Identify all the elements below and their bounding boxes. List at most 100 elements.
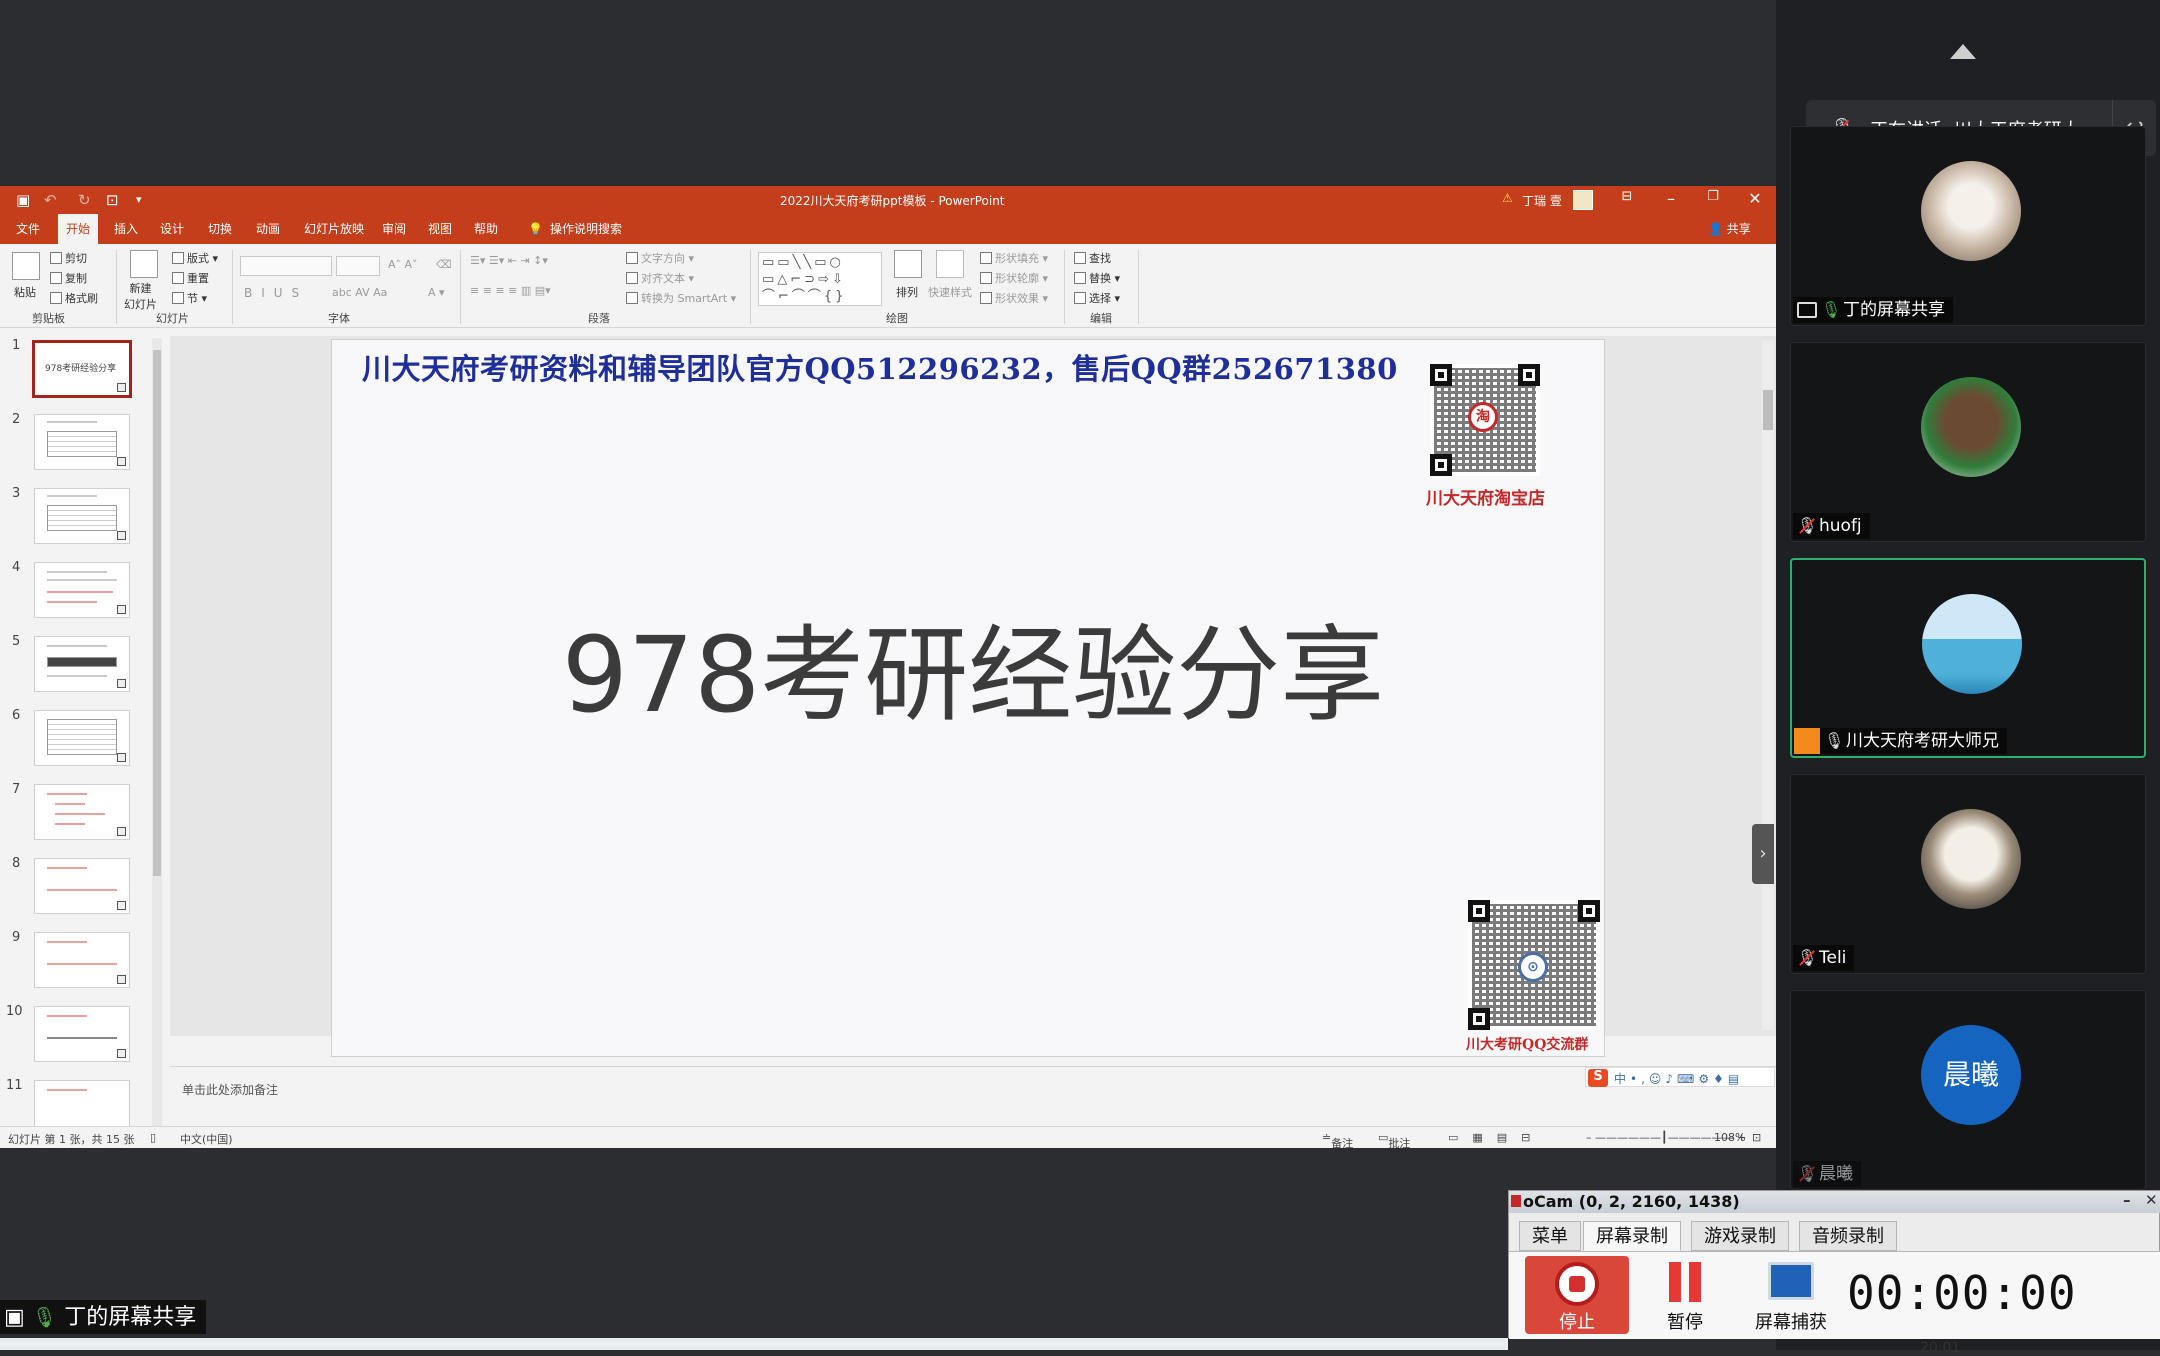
bullets-icon[interactable]: ☰▾ ☰▾ ⇤ ⇥ ↕▾ <box>470 254 548 267</box>
participant-tile[interactable]: 🎙huofj <box>1790 342 2146 542</box>
shapes-gallery[interactable]: ▭▭╲╲▭○ ▭△⌐⊃⇨⇩ ⌒⌐⌒⌒{} <box>758 252 882 306</box>
tell-me-search[interactable]: 操作说明搜索 <box>542 214 630 244</box>
tab-insert[interactable]: 插入 <box>106 214 146 244</box>
convert-smartart-button[interactable]: 转换为 SmartArt ▾ <box>626 290 736 306</box>
new-slide-icon[interactable] <box>130 250 158 278</box>
font-size-select[interactable] <box>336 256 380 276</box>
tab-help[interactable]: 帮助 <box>466 214 506 244</box>
section-button[interactable]: 节 ▾ <box>172 290 207 306</box>
quick-styles-icon[interactable] <box>936 250 964 278</box>
ocam-tab-screen[interactable]: 屏幕录制 <box>1583 1221 1681 1251</box>
slide-title[interactable]: 978考研经验分享 <box>332 590 1604 741</box>
spellcheck-icon[interactable]: ▯ <box>150 1131 156 1144</box>
user-avatar[interactable] <box>1573 190 1593 210</box>
align-icons[interactable]: ≡ ≡ ≡ ≡ ▥ ▤▾ <box>470 284 551 297</box>
minimize-icon[interactable]: – <box>2123 1191 2131 1209</box>
paste-icon[interactable] <box>12 252 40 280</box>
tab-slideshow[interactable]: 幻灯片放映 <box>296 214 372 244</box>
sogou-icon[interactable]: S <box>1588 1069 1608 1087</box>
tab-design[interactable]: 设计 <box>152 214 192 244</box>
participant-tile[interactable]: 🎙丁的屏幕共享 <box>1790 126 2146 326</box>
tab-home[interactable]: 开始 <box>58 214 99 244</box>
thumbnail-1[interactable]: 978考研经验分享 <box>32 340 132 398</box>
ime-tool-icons[interactable]: 中•,☺♪⌨⚙♦▤ <box>1614 1070 1743 1087</box>
tab-transitions[interactable]: 切换 <box>200 214 240 244</box>
stop-button[interactable]: 停止 <box>1525 1256 1629 1334</box>
thumbnail-2[interactable] <box>34 414 130 470</box>
participant-tile[interactable]: 🎙Teli <box>1790 774 2146 974</box>
font-family-select[interactable] <box>240 256 332 276</box>
restore-icon[interactable]: ❐ <box>1698 189 1728 204</box>
close-icon[interactable]: ✕ <box>1740 189 1770 208</box>
undo-icon[interactable]: ↶ <box>44 190 57 210</box>
language-indicator[interactable]: 中文(中国) <box>180 1131 233 1147</box>
new-slide-button[interactable]: 新建 幻灯片 <box>124 280 157 312</box>
char-spacing-icon[interactable]: abc AV Aa <box>332 286 387 299</box>
quick-styles-button[interactable]: 快速样式 <box>928 284 972 300</box>
tab-review[interactable]: 审阅 <box>374 214 414 244</box>
thumbnail-11[interactable] <box>34 1080 130 1126</box>
thumbnail-10[interactable] <box>34 1006 130 1062</box>
slide[interactable]: 川大天府考研资料和辅导团队官方QQ512296232，售后QQ群25267138… <box>332 340 1604 1056</box>
comments-toggle[interactable]: ▭ 批注 <box>1378 1131 1410 1150</box>
thumbnail-9[interactable] <box>34 932 130 988</box>
thumbnail-6[interactable] <box>34 710 130 766</box>
ocam-tab-menu[interactable]: 菜单 <box>1519 1221 1581 1251</box>
pause-button[interactable]: 暂停 <box>1633 1256 1737 1334</box>
share-button[interactable]: 👤 共享 <box>1700 214 1759 244</box>
clear-format-icon[interactable]: ⌫ <box>436 258 452 271</box>
notes-placeholder[interactable]: 单击此处添加备注 <box>182 1081 278 1098</box>
thumbnail-7[interactable] <box>34 784 130 840</box>
present-icon[interactable]: ⊡ <box>106 190 119 210</box>
replace-button[interactable]: 替换 ▾ <box>1074 270 1120 286</box>
thumbnail-5[interactable] <box>34 636 130 692</box>
select-button[interactable]: 选择 ▾ <box>1074 290 1120 306</box>
layout-button[interactable]: 版式 ▾ <box>172 250 218 266</box>
slide-header-text[interactable]: 川大天府考研资料和辅导团队官方QQ512296232，售后QQ群25267138… <box>362 346 1398 388</box>
thumbnail-4[interactable] <box>34 562 130 618</box>
customize-qat-icon[interactable]: ▾ <box>136 190 142 210</box>
shape-outline-button[interactable]: 形状轮廓 ▾ <box>980 270 1048 286</box>
align-text-button[interactable]: 对齐文本 ▾ <box>626 270 694 286</box>
save-icon[interactable]: ▣ <box>16 190 30 210</box>
thumbnail-3[interactable] <box>34 488 130 544</box>
zoom-level[interactable]: 108% <box>1714 1131 1745 1144</box>
thumbnail-8[interactable] <box>34 858 130 914</box>
paste-button[interactable]: 粘贴 <box>14 284 36 300</box>
find-button[interactable]: 查找 <box>1074 250 1111 266</box>
slide-scrollbar[interactable] <box>1762 340 1774 1030</box>
user-name[interactable]: 丁瑞 壹 <box>1522 192 1562 209</box>
text-direction-button[interactable]: 文字方向 ▾ <box>626 250 694 266</box>
shape-effects-button[interactable]: 形状效果 ▾ <box>980 290 1048 306</box>
font-color-icon[interactable]: A ▾ <box>428 286 445 299</box>
expand-panel-icon[interactable]: › <box>1752 824 1774 884</box>
ime-toolbar[interactable]: S 中•,☺♪⌨⚙♦▤ <box>1585 1067 1775 1087</box>
ribbon-display-icon[interactable]: ⊟ <box>1612 189 1642 204</box>
fit-slide-icon[interactable]: ⊡ <box>1752 1131 1761 1144</box>
notes-pane[interactable]: 单击此处添加备注 S 中•,☺♪⌨⚙♦▤ <box>170 1066 1776 1126</box>
thumbnail-scrollbar[interactable] <box>152 338 162 1126</box>
participant-tile-active[interactable]: 🎙川大天府考研大师兄 <box>1790 558 2146 758</box>
copy-button[interactable]: 复制 <box>50 270 87 286</box>
scrollbar-thumb[interactable] <box>153 350 161 876</box>
ocam-tab-game[interactable]: 游戏录制 <box>1691 1221 1789 1251</box>
format-painter-button[interactable]: 格式刷 <box>50 290 98 306</box>
tab-view[interactable]: 视图 <box>420 214 460 244</box>
minimize-icon[interactable]: – <box>1656 189 1686 208</box>
arrange-icon[interactable] <box>894 250 922 278</box>
cut-button[interactable]: 剪切 <box>50 250 87 266</box>
tab-file[interactable]: 文件 <box>8 214 48 244</box>
ocam-tab-audio[interactable]: 音频录制 <box>1799 1221 1897 1251</box>
arrange-button[interactable]: 排列 <box>896 284 918 300</box>
screen-capture-button[interactable]: 屏幕捕获 <box>1739 1256 1843 1334</box>
redo-icon[interactable]: ↻ <box>78 190 91 210</box>
screen-share-badge[interactable]: ▣ 🎙 丁的屏幕共享 <box>0 1300 207 1334</box>
participant-tile[interactable]: 晨曦 🎙晨曦 <box>1790 990 2146 1190</box>
scrollbar-thumb[interactable] <box>1763 390 1773 430</box>
view-buttons[interactable]: ▭▦▤⊟ <box>1448 1131 1544 1144</box>
reset-button[interactable]: 重置 <box>172 270 209 286</box>
close-icon[interactable]: ✕ <box>2145 1191 2158 1209</box>
font-style-buttons[interactable]: BIUS <box>244 286 308 300</box>
grow-font-icon[interactable]: A˄ A˅ <box>388 258 418 271</box>
collapse-up-icon[interactable] <box>1950 44 1976 59</box>
